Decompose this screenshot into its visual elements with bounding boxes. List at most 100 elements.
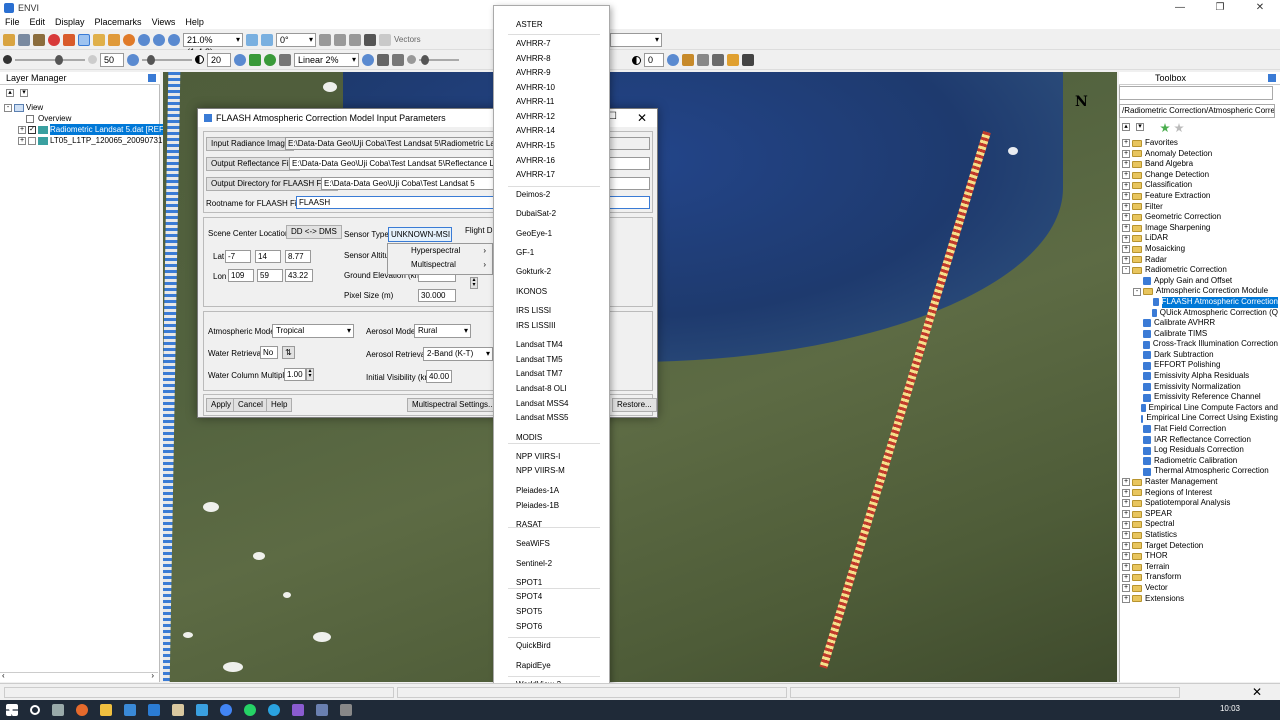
sensor-option[interactable]: ASTER [516,20,543,29]
expand-icon[interactable]: + [1122,563,1130,572]
tree-layer-lt05[interactable]: + LT05_L1TP_120065_20090731 [4,135,164,146]
vertex-icon[interactable] [334,33,346,46]
water-retrieval-field[interactable]: No [260,346,278,359]
input-radiance-button[interactable]: Input Radiance Image [206,137,295,151]
toolbox-item[interactable]: + Radar [1122,255,1278,266]
lat-sec-field[interactable]: 8.77 [285,250,311,263]
sensor-option[interactable]: DubaiSat-2 [516,209,556,218]
toolbox-item[interactable]: + Classification [1122,180,1278,191]
ground-elevation-spinner[interactable]: ▴ ▾ [470,277,478,289]
toolbox-item[interactable]: + Target Detection [1122,541,1278,552]
toolbox-item[interactable]: + Regions of Interest [1122,488,1278,499]
expand-icon[interactable]: + [1122,234,1130,243]
toolbox-item[interactable]: + LiDAR [1122,233,1278,244]
stretch-refresh-icon[interactable] [362,53,374,66]
app-icon-purple[interactable] [292,704,304,716]
notes-icon[interactable] [172,704,184,716]
toolbox-item[interactable]: +Emissivity Reference Channel [1122,392,1278,403]
tree-layer-radiometric[interactable]: + ✓ Radiometric Landsat 5.dat [REF [4,124,164,135]
toolbox-item[interactable]: + Filter [1122,202,1278,213]
expand-icon[interactable]: + [1122,573,1130,582]
chip-icon[interactable] [33,33,45,46]
expand-icon[interactable]: + [1122,202,1130,211]
expand-icon[interactable]: + [1122,541,1130,550]
mail-icon[interactable] [148,704,160,716]
add-favorite-icon[interactable] [1160,123,1170,133]
brightness-value[interactable]: 50 [100,52,124,67]
toolbox-item[interactable]: +IAR Reflectance Correction [1122,435,1278,446]
pixel-size-field[interactable]: 30.000 [418,289,456,302]
zoom-icon[interactable] [138,33,150,46]
chrome-icon[interactable] [220,704,232,716]
toolbox-item[interactable]: +Calibrate TIMS [1122,329,1278,340]
sensor-option[interactable]: IRS LISSI [516,306,551,315]
menu-display[interactable]: Display [50,17,90,27]
cancel-button[interactable]: Cancel [233,398,268,412]
sensor-option[interactable]: SPOT1 [516,578,542,587]
toolbox-path-field[interactable]: /Radiometric Correction/Atmospheric Corr… [1119,104,1275,118]
sensor-option[interactable]: SeaWiFS [516,539,550,548]
rotate-left-icon[interactable] [246,33,258,46]
remove-favorite-icon[interactable] [1174,123,1184,133]
menu-placemarks[interactable]: Placemarks [90,17,147,27]
toolbox-item[interactable]: + Change Detection [1122,170,1278,181]
contrast-refresh-icon[interactable] [234,53,246,66]
apply-button[interactable]: Apply [206,398,237,412]
sensor-option[interactable]: Landsat MSS5 [516,413,568,422]
toolbox-item[interactable]: +Thermal Atmospheric Correction [1122,466,1278,477]
sensor-option[interactable]: AVHRR-15 [516,141,555,150]
menu-file[interactable]: File [0,17,25,27]
annotation-icon[interactable] [364,33,376,46]
sensor-option[interactable]: AVHRR-8 [516,54,551,63]
sensor-option[interactable]: RapidEye [516,661,551,670]
toolbox-item[interactable]: + Statistics [1122,530,1278,541]
toolbox-item[interactable]: +Flat Field Correction [1122,424,1278,435]
dialog-close-button[interactable]: ✕ [637,111,647,125]
sensor-option[interactable]: AVHRR-9 [516,68,551,77]
sensor-option[interactable]: Landsat TM5 [516,355,563,364]
zoom-out-icon[interactable] [168,33,180,46]
sensor-option[interactable]: IRS LISSIII [516,321,556,330]
geo-link-icon[interactable] [264,53,276,66]
sensor-option[interactable]: Deimos-2 [516,190,550,199]
blend-icon[interactable] [742,54,754,66]
toolbox-item[interactable]: + Mosaicking [1122,244,1278,255]
expand-icon[interactable]: + [1122,181,1130,190]
toolbox-item[interactable]: + Anomaly Detection [1122,149,1278,160]
toolbar-combo-right[interactable] [610,33,662,47]
task-view-icon[interactable] [52,704,64,716]
toolbox-item[interactable]: +Empirical Line Correct Using Existing [1122,413,1278,424]
contrast-slider[interactable] [142,54,192,65]
sharpen-icon[interactable] [377,53,389,66]
zoom-combo[interactable]: 21.0% (1:4.8) [183,32,243,57]
multispectral-menu-item[interactable]: Multispectral [388,258,492,272]
toolbox-item[interactable]: +Calibrate AVHRR [1122,318,1278,329]
open-icon[interactable] [3,33,15,46]
toolbox-item[interactable]: +Radiometric Calibration [1122,456,1278,467]
sensor-option[interactable]: MODIS [516,433,542,442]
toolbox-item[interactable]: +Emissivity Normalization [1122,382,1278,393]
expand-icon[interactable]: + [1122,488,1130,497]
toolbox-item[interactable]: + Spectral [1122,519,1278,530]
lon-deg-field[interactable]: 109 [228,269,254,282]
sensor-option[interactable]: Sentinel-2 [516,559,552,568]
water-column-spinner[interactable]: ▴ ▾ [306,368,314,381]
toolbox-item[interactable]: - Radiometric Correction [1122,265,1278,276]
sensor-option[interactable]: AVHRR-16 [516,156,555,165]
toolbox-item[interactable]: + Geometric Correction [1122,212,1278,223]
cursor-location-icon[interactable] [48,33,60,46]
zoom-in-icon[interactable] [153,33,165,46]
toolbox-item[interactable]: + THOR [1122,551,1278,562]
minimize-button[interactable]: — [1160,0,1200,15]
aerosol-retrieval-combo[interactable]: 2-Band (K-T) [423,347,493,361]
toolbox-search-input[interactable] [1119,86,1273,100]
toolbox-item[interactable]: + Band Algebra [1122,159,1278,170]
chart-icon[interactable] [697,54,709,66]
expand-icon[interactable]: + [1122,192,1130,201]
lon-min-field[interactable]: 59 [257,269,283,282]
water-retrieval-toggle-icon[interactable]: ⇅ [282,346,295,359]
pan-icon[interactable] [93,33,105,46]
expand-icon[interactable]: + [1122,499,1130,508]
dd-dms-button[interactable]: DD <-> DMS [286,225,342,239]
toolbox-item[interactable]: +Dark Subtraction [1122,350,1278,361]
